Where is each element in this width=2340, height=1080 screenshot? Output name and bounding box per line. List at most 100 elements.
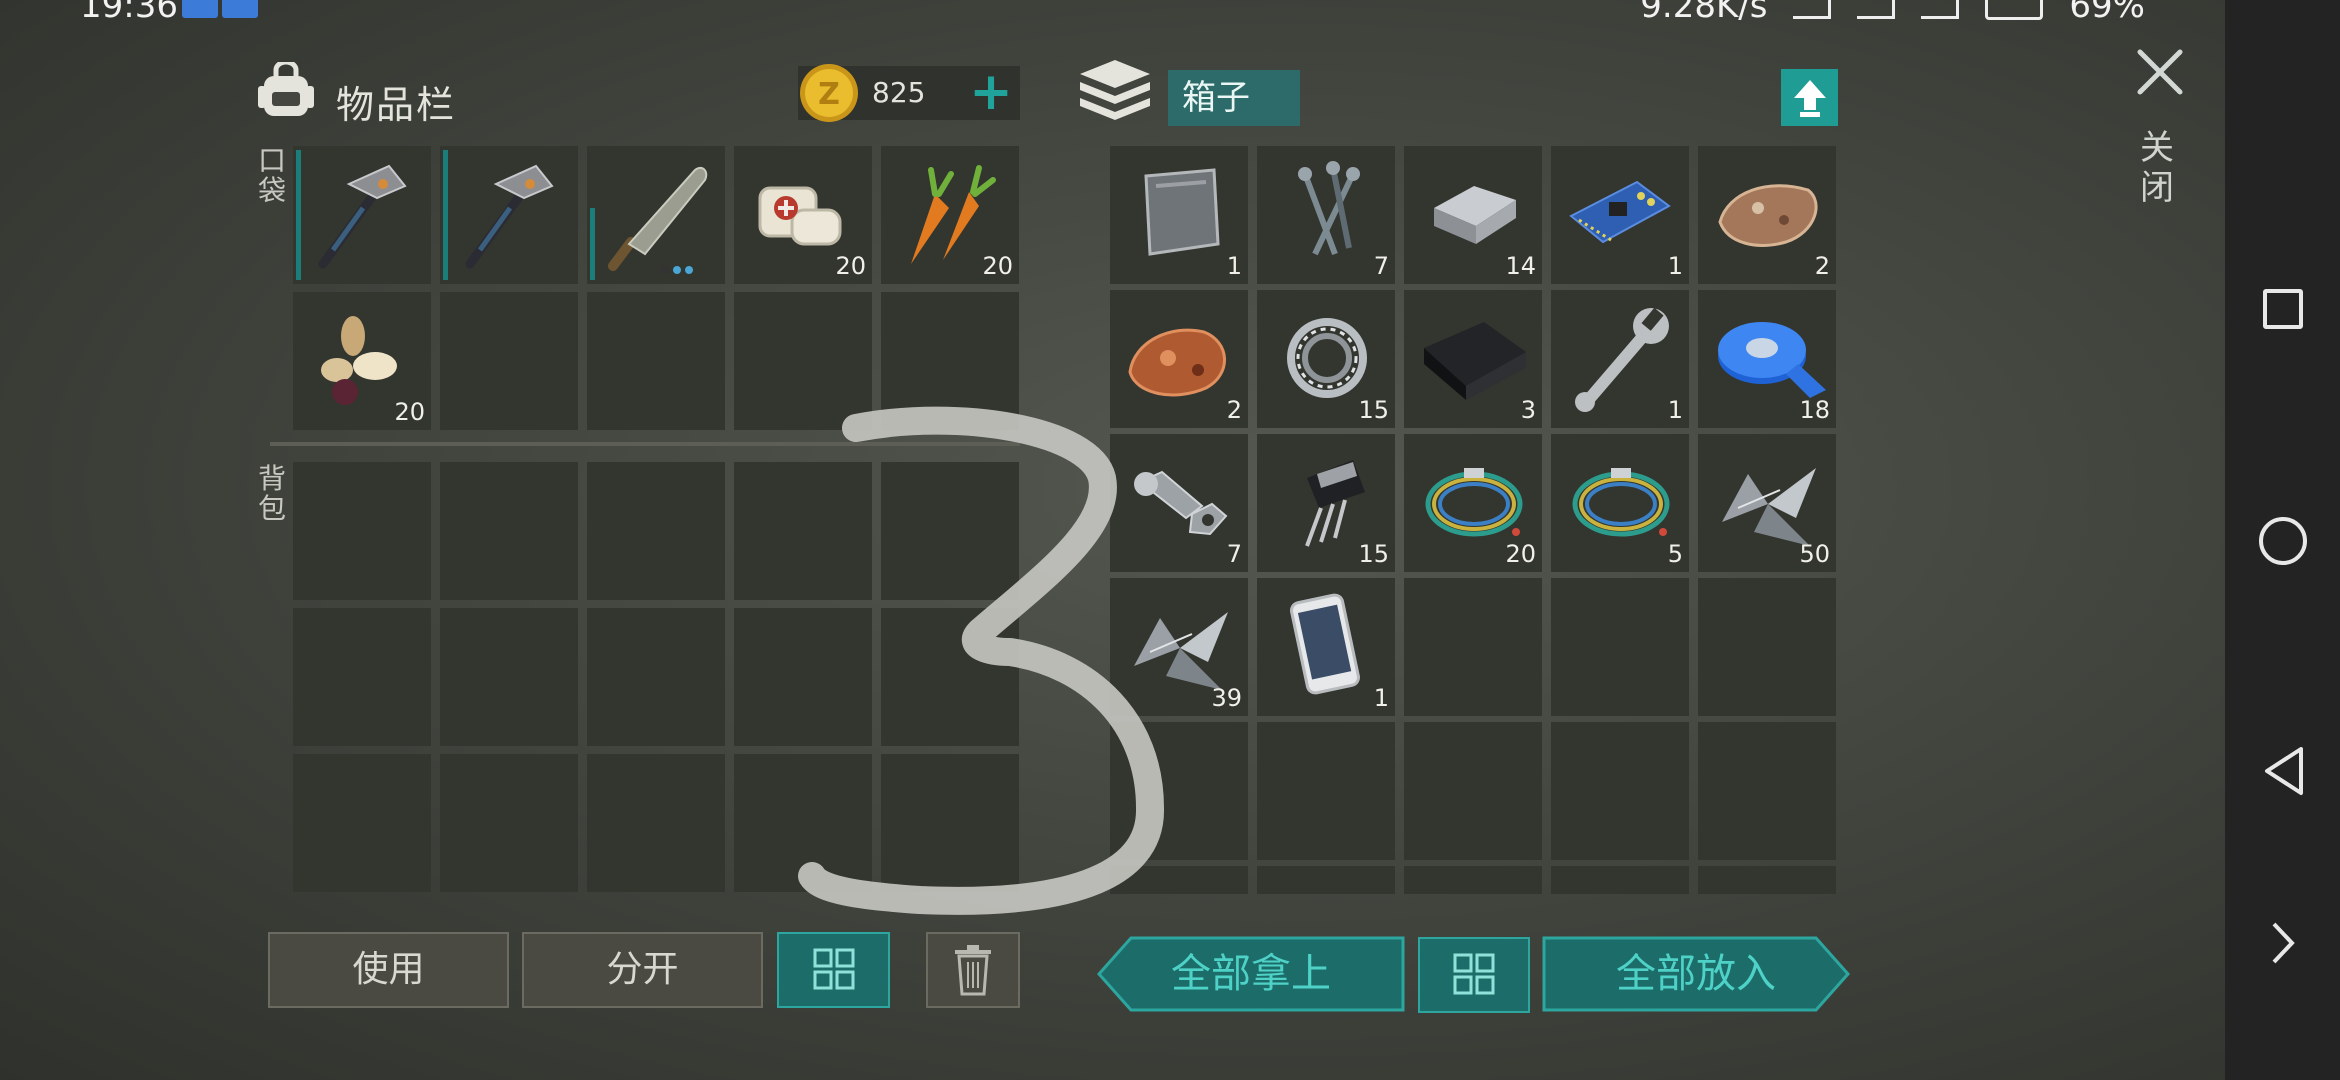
upload-button[interactable]	[1781, 69, 1838, 126]
backpack-slot[interactable]	[734, 462, 872, 600]
take-all-label: 全部拿上	[1171, 951, 1331, 997]
pocket-slot[interactable]	[587, 292, 725, 430]
put-all-button[interactable]: 全部放入	[1542, 936, 1850, 1012]
sort-box-button[interactable]	[1418, 937, 1530, 1013]
trash-icon	[955, 945, 991, 996]
box-slot[interactable]: 14	[1404, 146, 1542, 284]
durability-bar	[590, 208, 595, 280]
status-right: 9.28K/s 69%	[1640, 0, 2145, 26]
item-quantity: 1	[1667, 252, 1683, 280]
pickaxe-icon	[465, 164, 554, 269]
add-coins-button[interactable]: +	[964, 64, 1018, 120]
item-quantity: 20	[394, 398, 425, 426]
backpack-slot[interactable]	[587, 608, 725, 746]
item-quantity: 1	[1373, 684, 1389, 712]
back-icon	[2264, 747, 2303, 795]
box-slot[interactable]	[1110, 722, 1248, 860]
close-icon[interactable]	[2132, 44, 2188, 100]
box-slot[interactable]: 50	[1698, 434, 1836, 572]
box-slot[interactable]: 2	[1698, 146, 1836, 284]
box-slot[interactable]	[1404, 722, 1542, 860]
box-icon	[1080, 60, 1150, 120]
box-slot[interactable]	[1110, 866, 1248, 894]
pocket-slot[interactable]	[293, 146, 431, 284]
box-slot[interactable]	[1551, 722, 1689, 860]
status-time: 19:36	[80, 0, 178, 26]
box-slot[interactable]: 7	[1257, 146, 1395, 284]
backpack-slot[interactable]	[440, 754, 578, 892]
pocket-slot[interactable]	[587, 146, 725, 284]
status-bar: 19:36 9.28K/s 69%	[0, 0, 2225, 26]
item-quantity: 18	[1799, 396, 1830, 424]
backpack-slot[interactable]	[293, 462, 431, 600]
coin-icon: Z	[800, 64, 858, 122]
trash-button[interactable]	[926, 932, 1020, 1008]
item-quantity: 20	[1505, 540, 1536, 568]
recents-button[interactable]	[2225, 254, 2340, 364]
backpack-slot[interactable]	[440, 462, 578, 600]
close-label[interactable]: 关闭	[2140, 128, 2180, 208]
pocket-slot[interactable]	[440, 146, 578, 284]
coin-count: 825	[872, 76, 926, 109]
pocket-slot[interactable]: 20	[881, 146, 1019, 284]
signal-icon	[1857, 0, 1896, 19]
backpack-slot[interactable]	[587, 462, 725, 600]
backpack-slot[interactable]	[734, 608, 872, 746]
pocket-slot[interactable]: 20	[734, 146, 872, 284]
wifi-icon	[1793, 0, 1832, 19]
take-all-button[interactable]: 全部拿上	[1097, 936, 1405, 1012]
pocket-slot[interactable]	[734, 292, 872, 430]
box-slot[interactable]: 1	[1257, 578, 1395, 716]
box-slot[interactable]	[1404, 866, 1542, 894]
network-speed: 9.28K/s	[1640, 0, 1768, 26]
box-slot[interactable]: 2	[1110, 290, 1248, 428]
box-slot[interactable]	[1551, 866, 1689, 894]
box-slot[interactable]: 39	[1110, 578, 1248, 716]
split-button[interactable]: 分开	[522, 932, 763, 1008]
box-slot[interactable]	[1257, 722, 1395, 860]
pocket-slot[interactable]: 20	[293, 292, 431, 430]
item-quantity: 7	[1373, 252, 1389, 280]
section-divider	[270, 442, 1020, 446]
home-button[interactable]	[2225, 486, 2340, 596]
machete-icon	[608, 166, 708, 274]
backpack-icon	[258, 62, 314, 116]
pickaxe-icon	[318, 164, 407, 269]
box-slot[interactable]: 1	[1551, 290, 1689, 428]
home-icon	[2258, 517, 2307, 565]
box-slot[interactable]: 1	[1110, 146, 1248, 284]
back-button[interactable]	[2225, 716, 2340, 826]
box-slot[interactable]: 1	[1551, 146, 1689, 284]
box-slot[interactable]	[1551, 578, 1689, 716]
box-slot[interactable]: 18	[1698, 290, 1836, 428]
notification-icon	[222, 0, 258, 18]
expand-button[interactable]	[2225, 888, 2340, 998]
box-slot[interactable]: 3	[1404, 290, 1542, 428]
box-slot[interactable]	[1698, 722, 1836, 860]
item-quantity: 20	[835, 252, 866, 280]
backpack-slot[interactable]	[293, 608, 431, 746]
backpack-slot[interactable]	[881, 608, 1019, 746]
backpack-slot[interactable]	[440, 608, 578, 746]
backpack-slot[interactable]	[587, 754, 725, 892]
pocket-slot[interactable]	[881, 292, 1019, 430]
box-slot[interactable]	[1257, 866, 1395, 894]
box-slot[interactable]: 15	[1257, 290, 1395, 428]
sort-inventory-button[interactable]	[777, 932, 890, 1008]
box-slot[interactable]: 5	[1551, 434, 1689, 572]
backpack-slot[interactable]	[881, 462, 1019, 600]
box-slot[interactable]	[1404, 578, 1542, 716]
box-slot[interactable]	[1698, 578, 1836, 716]
backpack-slot[interactable]	[734, 754, 872, 892]
use-button[interactable]: 使用	[268, 932, 509, 1008]
box-slot[interactable]	[1698, 866, 1836, 894]
grid-icon	[1453, 953, 1495, 995]
item-quantity: 14	[1505, 252, 1536, 280]
item-quantity: 2	[1814, 252, 1830, 280]
pocket-slot[interactable]	[440, 292, 578, 430]
backpack-slot[interactable]	[293, 754, 431, 892]
box-slot[interactable]: 20	[1404, 434, 1542, 572]
box-slot[interactable]: 7	[1110, 434, 1248, 572]
backpack-slot[interactable]	[881, 754, 1019, 892]
box-slot[interactable]: 15	[1257, 434, 1395, 572]
